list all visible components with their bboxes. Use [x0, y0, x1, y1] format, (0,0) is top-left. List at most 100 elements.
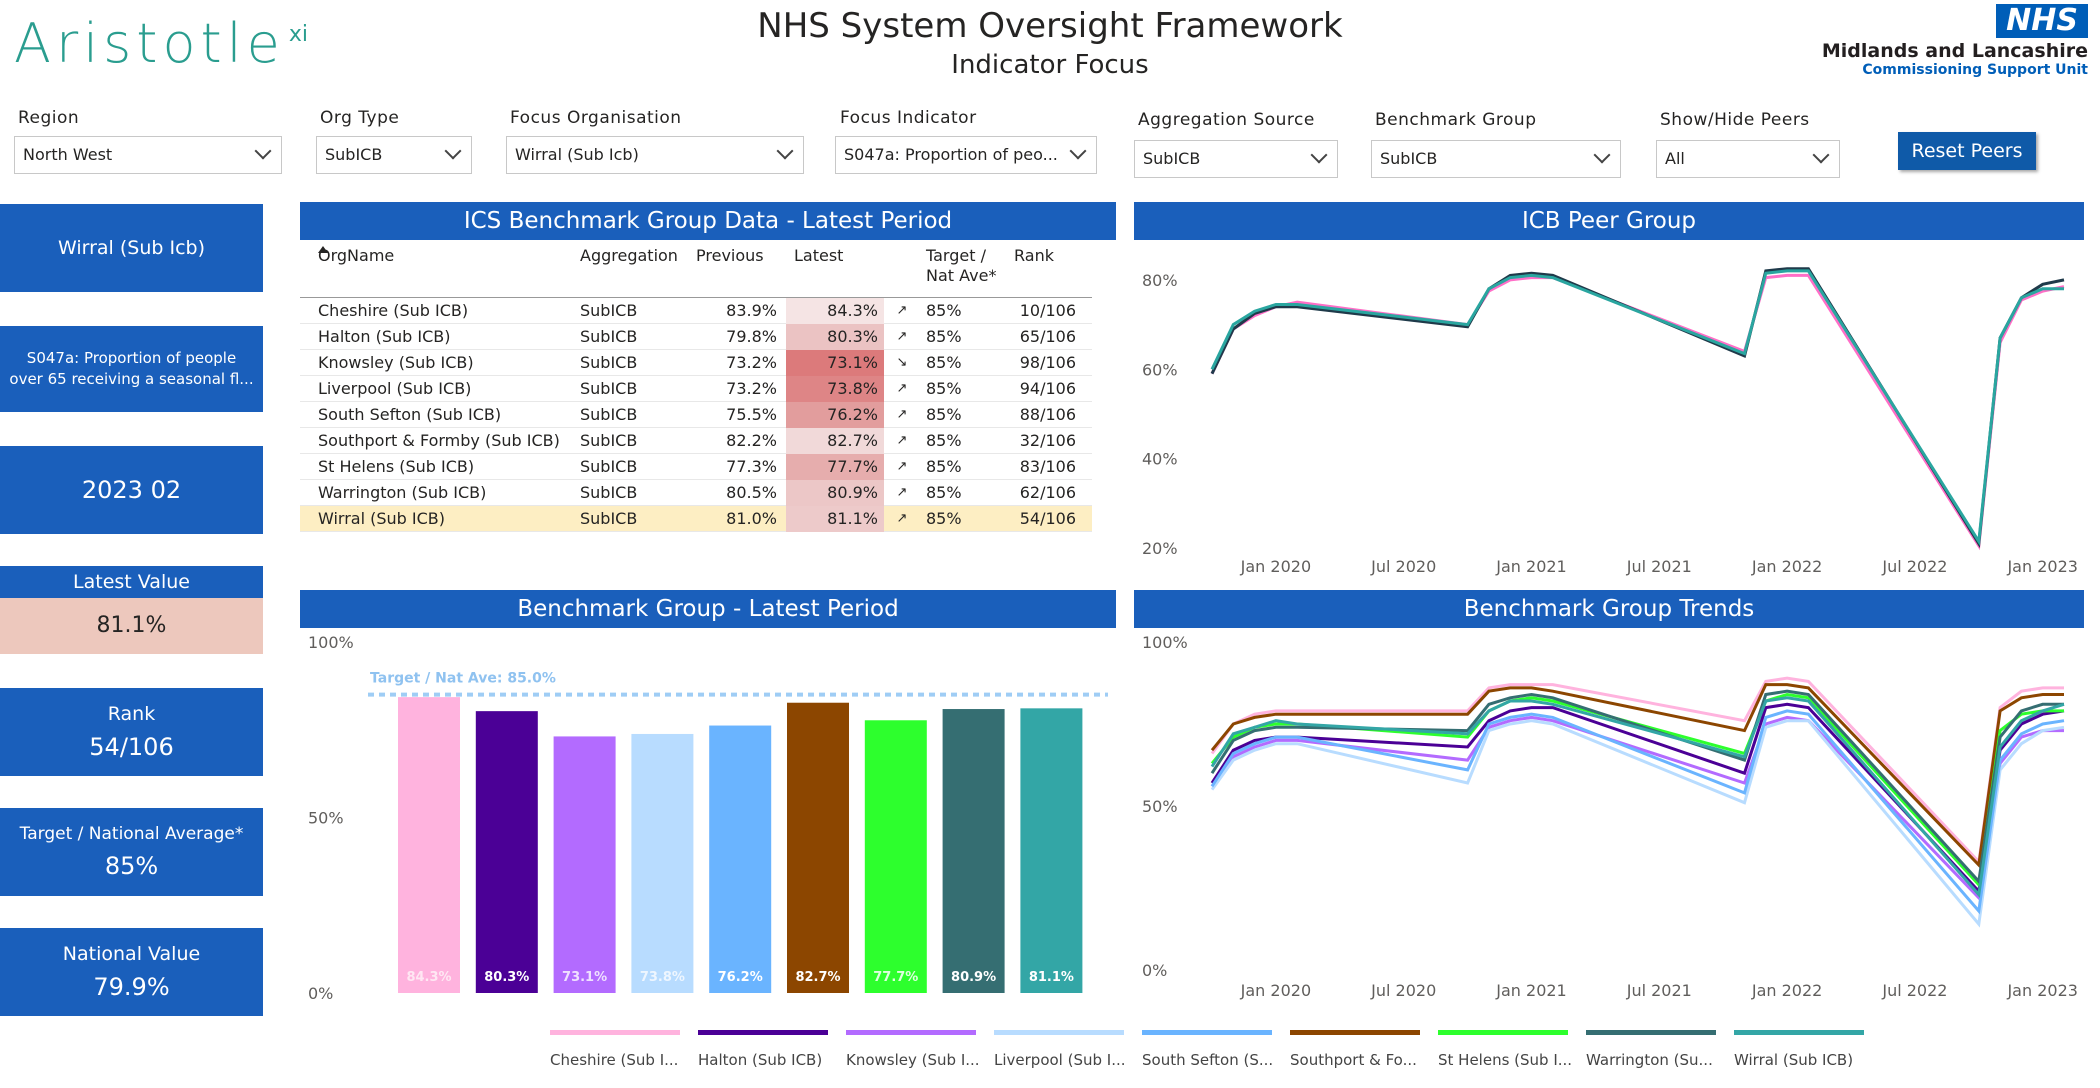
cell-orgname: Knowsley (Sub ICB) — [318, 353, 474, 372]
legend-swatch — [1734, 1030, 1864, 1035]
cell-target: 85% — [926, 327, 962, 346]
bar-data-label: 73.8% — [640, 970, 685, 985]
focus-indicator-dropdown[interactable]: S047a: Proportion of peo... — [835, 136, 1097, 174]
bar-data-label: 76.2% — [718, 970, 763, 985]
rank-card: Rank 54/106 — [0, 688, 263, 776]
bar — [942, 709, 1005, 993]
x-tick-label: Jul 2022 — [1881, 981, 1947, 1000]
cell-previous: 73.2% — [726, 379, 777, 398]
benchmark-bar-chart: 0% 50% 100% 84.3% 80.3% 73.1% 73.8% 76.2% 82.7% 7… — [308, 633, 1108, 1003]
x-tick-label: Jul 2021 — [1626, 557, 1692, 576]
bar-data-label: 84.3% — [406, 970, 451, 985]
col-target-l1[interactable]: Target / — [926, 246, 986, 266]
x-tick-label: Jan 2021 — [1495, 981, 1566, 1000]
table-row[interactable]: St Helens (Sub ICB) SubICB 77.3% 77.7% ↗ 85% 8… — [300, 454, 1092, 480]
cell-latest: 80.3% — [786, 324, 884, 350]
legend-swatch — [698, 1030, 828, 1035]
legend-swatch — [846, 1030, 976, 1035]
x-tick-label: Jan 2022 — [1751, 981, 1822, 1000]
x-tick-label: Jan 2020 — [1240, 981, 1311, 1000]
cell-aggregation: SubICB — [580, 457, 638, 476]
table-panel-title: ICS Benchmark Group Data - Latest Period — [300, 202, 1116, 240]
page-title: NHS System Oversight Framework — [757, 6, 1343, 46]
legend-item[interactable]: Cheshire (Sub I... — [550, 1030, 686, 1069]
cell-latest: 80.9% — [786, 480, 884, 506]
show-hide-peers-value: All — [1665, 149, 1685, 168]
x-tick-label: Jan 2023 — [2006, 557, 2077, 576]
cell-latest: 81.1% — [786, 506, 884, 532]
bar — [631, 733, 694, 993]
focus-organisation-dropdown[interactable]: Wirral (Sub Icb) — [506, 136, 804, 174]
table-row[interactable]: Liverpool (Sub ICB) SubICB 73.2% 73.8% ↗ 85% 9… — [300, 376, 1092, 402]
legend-label: St Helens (Sub I... — [1438, 1051, 1573, 1069]
aggregation-source-dropdown[interactable]: SubICB — [1134, 140, 1338, 178]
chevron-down-icon — [776, 142, 794, 160]
org-card-value: Wirral (Sub Icb) — [57, 237, 206, 259]
table-row[interactable]: Warrington (Sub ICB) SubICB 80.5% 80.9% ↗ 85%… — [300, 480, 1092, 506]
table-row[interactable]: Wirral (Sub ICB) SubICB 81.0% 81.1% ↗ 85% 54/1… — [300, 506, 1092, 532]
nhs-org-name: Midlands and Lancashire — [1821, 40, 2088, 62]
cell-previous: 83.9% — [726, 301, 777, 320]
y-tick-label: 100% — [308, 633, 354, 652]
col-rank[interactable]: Rank — [1014, 246, 1054, 266]
y-tick-label: 0% — [308, 984, 333, 1003]
chevron-down-icon — [1310, 146, 1328, 164]
chevron-down-icon — [1593, 146, 1611, 164]
trend-arrow-icon: ↗ — [896, 381, 908, 396]
col-aggregation[interactable]: Aggregation — [580, 246, 678, 266]
benchmark-group-dropdown[interactable]: SubICB — [1371, 140, 1621, 178]
cell-rank: 83/106 — [1019, 457, 1076, 476]
region-value: North West — [23, 145, 113, 164]
legend-item[interactable]: Warrington (Su... — [1586, 1030, 1722, 1069]
y-tick-label: 40% — [1142, 450, 1178, 469]
logo-text: Aristotle — [14, 12, 285, 75]
org-type-dropdown[interactable]: SubICB — [316, 136, 472, 174]
cell-rank: 94/106 — [1019, 379, 1076, 398]
table-row[interactable]: Knowsley (Sub ICB) SubICB 73.2% 73.1% ↘ 85% 98… — [300, 350, 1092, 376]
cell-rank: 65/106 — [1019, 327, 1076, 346]
org-type-value: SubICB — [325, 145, 383, 164]
table-row[interactable]: Cheshire (Sub ICB) SubICB 83.9% 84.3% ↗ 85% 10… — [300, 298, 1092, 324]
legend-item[interactable]: Knowsley (Sub I... — [846, 1030, 982, 1069]
bar-data-label: 81.1% — [1029, 970, 1074, 985]
reset-peers-button[interactable]: Reset Peers — [1898, 132, 2036, 170]
target-value: 85% — [104, 852, 159, 880]
x-tick-label: Jul 2020 — [1370, 557, 1436, 576]
indicator-line-1: S047a: Proportion of people — [26, 349, 237, 367]
trend-arrow-icon: ↗ — [896, 433, 908, 448]
cell-aggregation: SubICB — [580, 327, 638, 346]
peer-panel-title: ICB Peer Group — [1134, 202, 2084, 240]
y-tick-label: 100% — [1142, 633, 1188, 652]
legend-swatch — [1586, 1030, 1716, 1035]
table-row[interactable]: Halton (Sub ICB) SubICB 79.8% 80.3% ↗ 85% 65/1… — [300, 324, 1092, 350]
legend-label: Liverpool (Sub I... — [994, 1051, 1126, 1069]
legend-item[interactable]: Halton (Sub ICB) — [698, 1030, 834, 1069]
benchmark-group-value: SubICB — [1380, 149, 1438, 168]
col-orgname[interactable]: OrgName — [318, 246, 394, 266]
region-dropdown[interactable]: North West — [14, 136, 282, 174]
trend-arrow-icon: ↗ — [896, 329, 908, 344]
col-latest[interactable]: Latest — [794, 246, 843, 266]
table-row[interactable]: Southport & Formby (Sub ICB) SubICB 82.2% 8… — [300, 428, 1092, 454]
legend-item[interactable]: Wirral (Sub ICB) — [1734, 1030, 1870, 1069]
legend-item[interactable]: South Sefton (S... — [1142, 1030, 1278, 1069]
cell-target: 85% — [926, 457, 962, 476]
col-previous[interactable]: Previous — [696, 246, 764, 266]
legend-item[interactable]: Liverpool (Sub I... — [994, 1030, 1130, 1069]
legend-label: Warrington (Su... — [1586, 1051, 1713, 1069]
show-hide-peers-dropdown[interactable]: All — [1656, 140, 1840, 178]
legend-item[interactable]: Southport & Fo... — [1290, 1030, 1426, 1069]
col-target-l2[interactable]: Nat Ave* — [926, 266, 996, 286]
legend-label: Halton (Sub ICB) — [698, 1051, 823, 1069]
cell-previous: 81.0% — [726, 509, 777, 528]
indicator-line-2: over 65 receiving a seasonal fl... — [9, 370, 254, 388]
period-card: 2023 02 — [0, 446, 263, 534]
chevron-down-icon — [254, 142, 272, 160]
cell-latest: 73.1% — [786, 350, 884, 376]
cell-latest: 76.2% — [786, 402, 884, 428]
show-hide-peers-label: Show/Hide Peers — [1660, 110, 1810, 130]
x-tick-label: Jan 2023 — [2006, 981, 2077, 1000]
cell-target: 85% — [926, 431, 962, 450]
table-row[interactable]: South Sefton (Sub ICB) SubICB 75.5% 76.2% ↗ 8… — [300, 402, 1092, 428]
legend-item[interactable]: St Helens (Sub I... — [1438, 1030, 1574, 1069]
